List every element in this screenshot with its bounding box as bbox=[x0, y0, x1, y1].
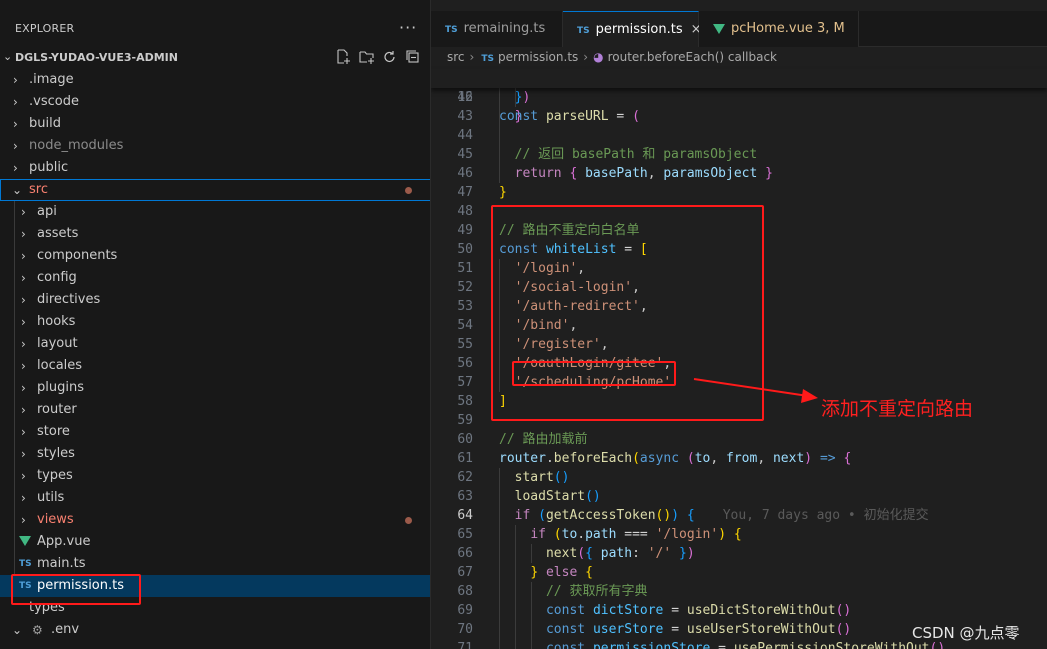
annotation-arrow bbox=[693, 378, 818, 403]
watermark: CSDN @九点零 bbox=[912, 624, 1020, 642]
annotation-text: 添加不重定向路由 bbox=[821, 398, 974, 420]
